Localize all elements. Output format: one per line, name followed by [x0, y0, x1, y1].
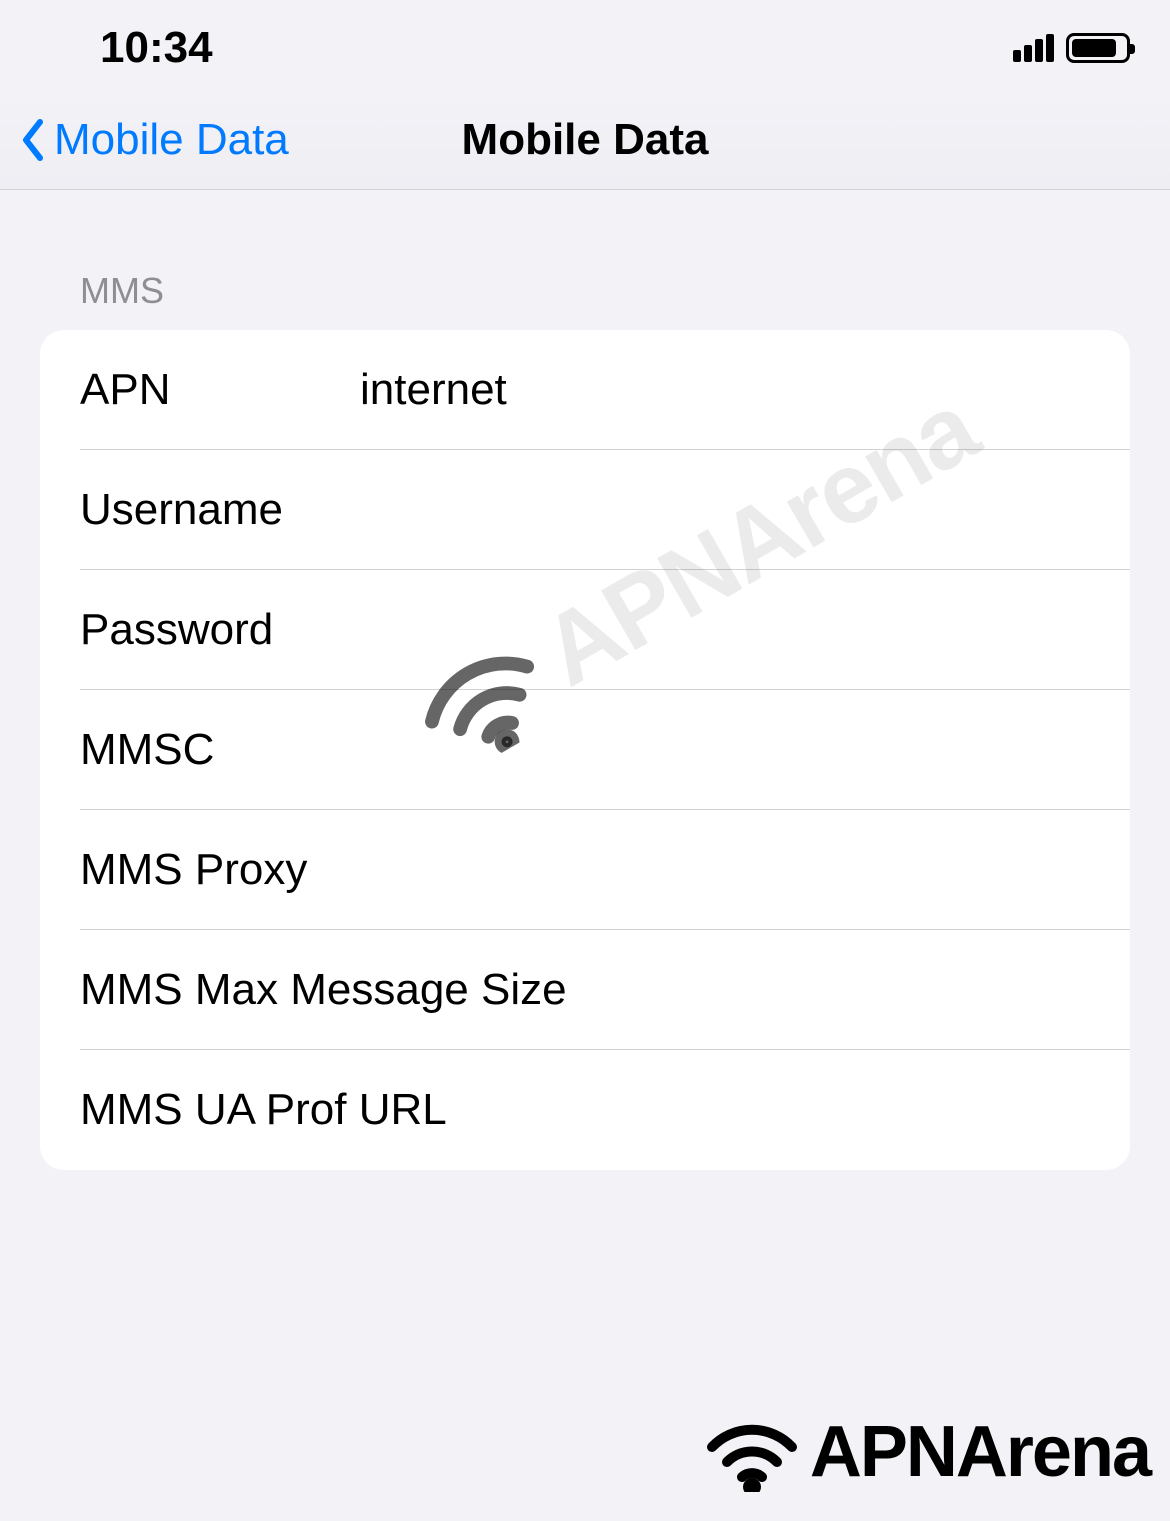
back-button[interactable]: Mobile Data [20, 115, 289, 165]
row-label-mmsc: MMSC [80, 725, 360, 775]
content: MMS APN Username Password MMSC MMS Proxy… [0, 190, 1170, 1170]
settings-row-mmsc[interactable]: MMSC [40, 690, 1130, 810]
apn-field[interactable] [360, 365, 1090, 415]
page-title: Mobile Data [462, 115, 709, 165]
row-label-password: Password [80, 605, 360, 655]
chevron-left-icon [20, 118, 46, 162]
settings-row-mms-max-size[interactable]: MMS Max Message Size [40, 930, 1130, 1050]
settings-row-password[interactable]: Password [40, 570, 1130, 690]
row-label-mms-proxy: MMS Proxy [80, 845, 360, 895]
row-label-username: Username [80, 485, 360, 535]
section-header-mms: MMS [0, 270, 1170, 330]
battery-icon [1066, 33, 1130, 63]
mmsc-field[interactable] [360, 725, 1090, 775]
navigation-bar: Mobile Data Mobile Data [0, 90, 1170, 190]
settings-row-mms-ua-prof[interactable]: MMS UA Prof URL [40, 1050, 1130, 1170]
settings-group-mms: APN Username Password MMSC MMS Proxy MMS… [40, 330, 1130, 1170]
status-indicators [1013, 33, 1130, 63]
mms-max-size-field[interactable] [567, 965, 1130, 1015]
footer-logo: APNArena [702, 1411, 1150, 1493]
settings-row-username[interactable]: Username [40, 450, 1130, 570]
settings-row-mms-proxy[interactable]: MMS Proxy [40, 810, 1130, 930]
row-label-apn: APN [80, 365, 360, 415]
status-bar: 10:34 [0, 0, 1170, 90]
row-label-mms-ua-prof: MMS UA Prof URL [80, 1085, 447, 1135]
wifi-icon [702, 1412, 802, 1492]
mms-ua-prof-field[interactable] [447, 1085, 1090, 1135]
back-label: Mobile Data [54, 115, 289, 165]
username-field[interactable] [360, 485, 1090, 535]
mms-proxy-field[interactable] [360, 845, 1090, 895]
cellular-signal-icon [1013, 34, 1054, 62]
settings-row-apn[interactable]: APN [40, 330, 1130, 450]
status-time: 10:34 [100, 23, 213, 73]
password-field[interactable] [360, 605, 1090, 655]
row-label-mms-max-size: MMS Max Message Size [80, 965, 567, 1015]
